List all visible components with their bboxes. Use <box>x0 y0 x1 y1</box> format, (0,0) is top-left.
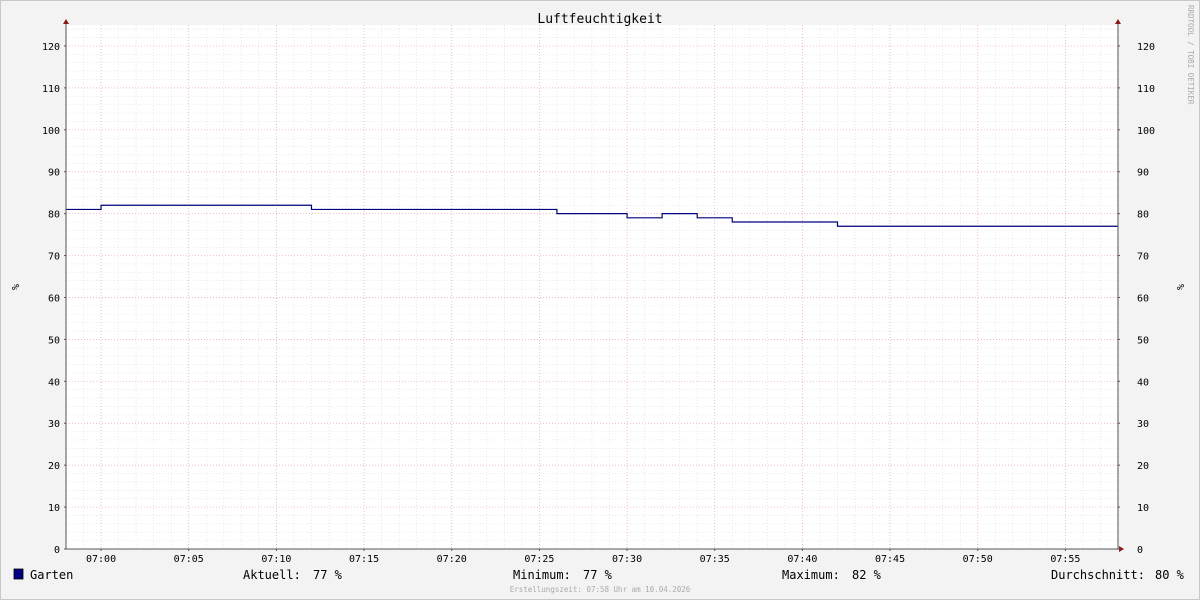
y-tick-label-left: 110 <box>42 84 60 95</box>
y-tick-label-right: 110 <box>1137 84 1155 95</box>
y-ticks-right: 0 10 20 30 40 50 60 70 80 90 100 110 120 <box>1137 42 1155 556</box>
watermark: RRDTOOL / TOBI OETIKER <box>1186 5 1195 105</box>
x-tick-label: 07:15 <box>349 554 379 565</box>
y-axis-arrow-left <box>63 19 69 24</box>
y-tick-label-right: 40 <box>1137 377 1149 388</box>
chart-title: Luftfeuchtigkeit <box>537 12 662 27</box>
y-tick-label-left: 10 <box>48 503 60 514</box>
y-tick-label-left: 40 <box>48 377 60 388</box>
y-tick-label-right: 20 <box>1137 461 1149 472</box>
y-tick-label-right: 0 <box>1137 545 1143 556</box>
y-tick-label-left: 50 <box>48 335 60 346</box>
y-tick-label-right: 10 <box>1137 503 1149 514</box>
legend-swatch <box>13 568 24 580</box>
x-tick-label: 07:00 <box>86 554 116 565</box>
y-tick-label-left: 80 <box>48 210 60 221</box>
stat-avg-value: 80 % <box>1155 568 1185 582</box>
x-tick-label: 07:05 <box>174 554 204 565</box>
y-tick-label-left: 0 <box>54 545 60 556</box>
y-tick-label-right: 80 <box>1137 210 1149 221</box>
y-tick-label-right: 120 <box>1137 42 1155 53</box>
x-tick-label: 07:40 <box>787 554 817 565</box>
stat-max-value: 82 % <box>852 568 882 582</box>
stat-avg-label: Durchschnitt: <box>1051 568 1145 582</box>
y-tick-label-left: 120 <box>42 42 60 53</box>
x-tick-label: 07:25 <box>524 554 554 565</box>
y-axis-label-left: % <box>9 284 20 290</box>
stat-min-value: 77 % <box>583 568 613 582</box>
y-axis-arrow-right <box>1115 19 1121 24</box>
y-tick-label-left: 90 <box>48 168 60 179</box>
y-tick-label-left: 30 <box>48 419 60 430</box>
y-tick-label-right: 70 <box>1137 252 1149 263</box>
y-tick-label-left: 20 <box>48 461 60 472</box>
x-tick-label: 07:35 <box>700 554 730 565</box>
stat-max-label: Maximum: <box>782 568 840 582</box>
x-tick-label: 07:45 <box>875 554 905 565</box>
stat-min-label: Minimum: <box>513 568 571 582</box>
y-tick-label-right: 90 <box>1137 168 1149 179</box>
chart-canvas: 0 10 20 30 40 50 60 70 80 90 100 110 120 0 10 20 30 40 50… <box>9 5 1195 594</box>
x-tick-label: 07:50 <box>963 554 993 565</box>
y-tick-label-left: 60 <box>48 293 60 304</box>
stat-current-value: 77 % <box>313 568 343 582</box>
x-tick-label: 07:55 <box>1050 554 1080 565</box>
y-tick-label-left: 70 <box>48 252 60 263</box>
legend-series-name: Garten <box>30 568 73 582</box>
y-ticks-left: 0 10 20 30 40 50 60 70 80 90 100 110 120 <box>42 42 60 556</box>
y-tick-label-left: 100 <box>42 126 60 137</box>
y-tick-label-right: 50 <box>1137 335 1149 346</box>
y-axis-label-right: % <box>1174 284 1185 290</box>
y-tick-label-right: 30 <box>1137 419 1149 430</box>
x-tick-label: 07:20 <box>437 554 467 565</box>
y-tick-label-right: 100 <box>1137 126 1155 137</box>
y-tick-label-right: 60 <box>1137 293 1149 304</box>
x-tick-label: 07:10 <box>261 554 291 565</box>
stat-current-label: Aktuell: <box>243 568 301 582</box>
footer-timestamp: Erstellungszeit: 07:58 Uhr am 10.04.2026 <box>510 585 691 594</box>
x-ticks: 07:00 07:05 07:10 07:15 07:20 07:25 07:30 07:35… <box>86 554 1080 565</box>
x-tick-label: 07:30 <box>612 554 642 565</box>
